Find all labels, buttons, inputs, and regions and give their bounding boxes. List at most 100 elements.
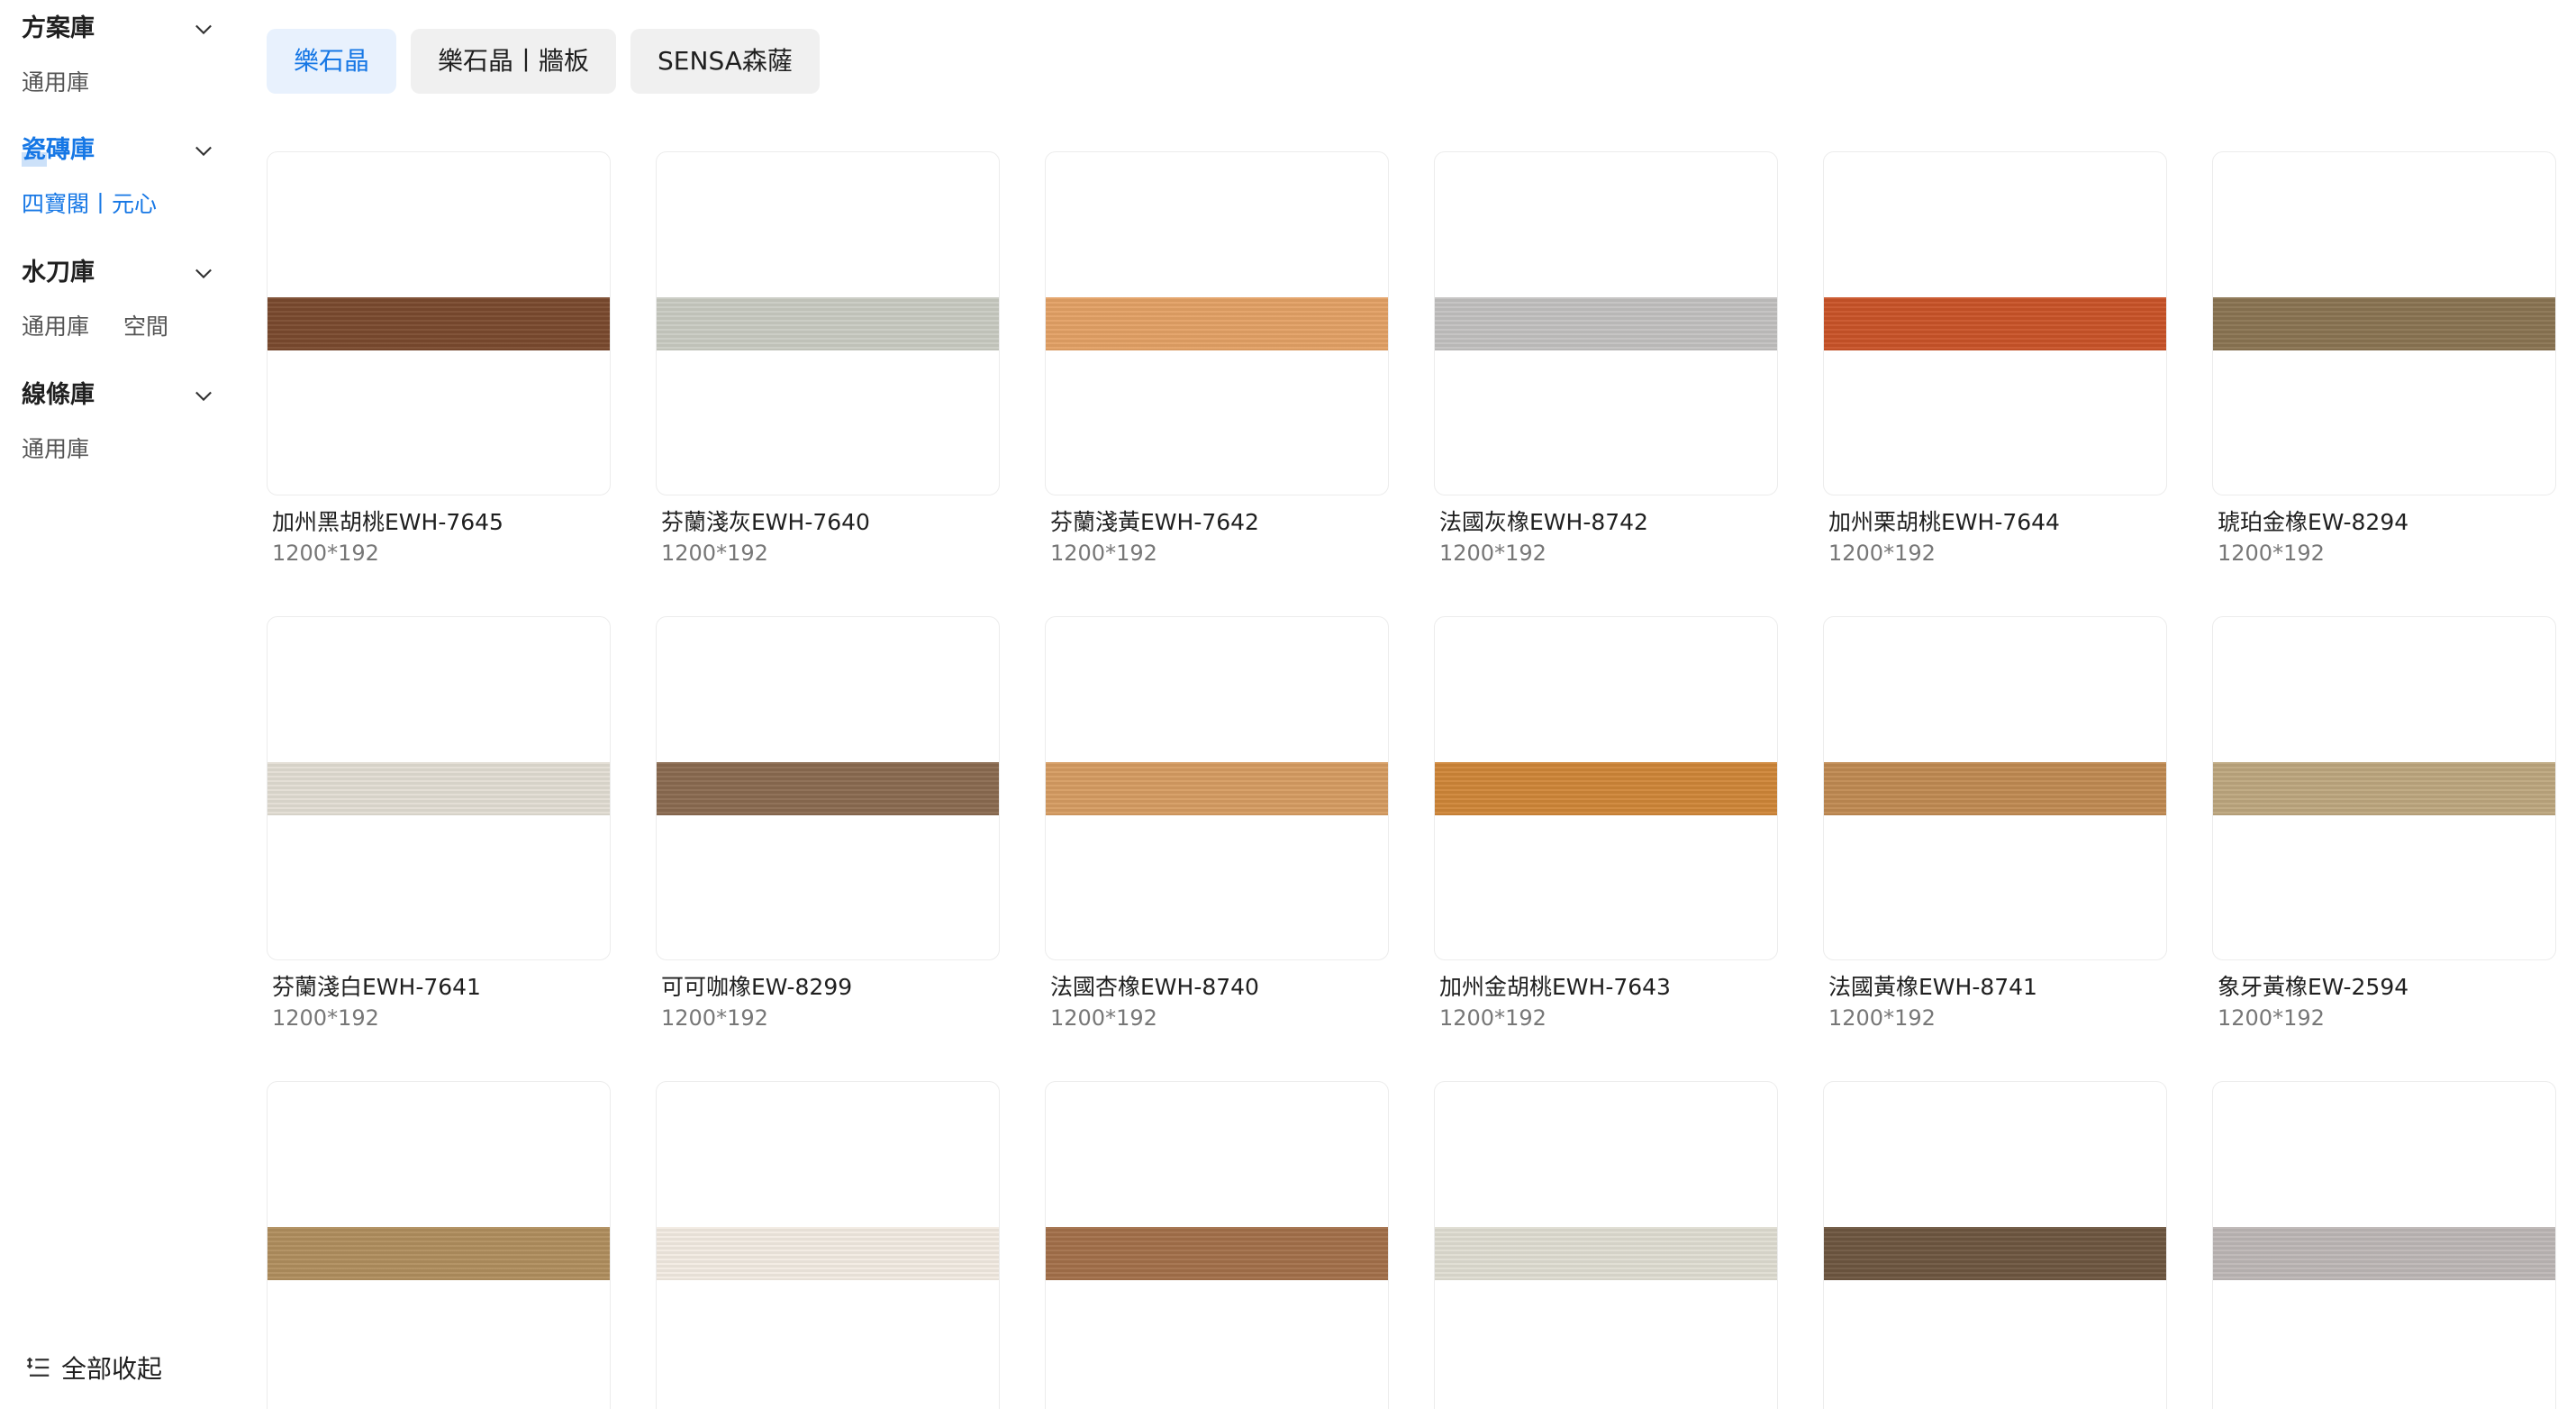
product-card[interactable]: [267, 1081, 611, 1409]
product-swatch: [1435, 1227, 1777, 1280]
product-thumbnail[interactable]: [1823, 1081, 2167, 1409]
product-size: 1200*192: [272, 541, 379, 566]
product-card[interactable]: 法國黃橡EWH-8741 1200*192: [1823, 616, 2167, 1031]
app-root: 方案庫 通用庫 瓷磚庫 四寶閣丨元心 水刀庫 通用庫 空間 線條庫 通用庫 全部…: [0, 0, 2576, 1409]
product-thumbnail[interactable]: [1045, 1081, 1389, 1409]
product-swatch: [1046, 762, 1388, 815]
chevron-down-icon[interactable]: [191, 260, 216, 286]
product-name: 可可咖橡EW-8299: [661, 974, 853, 1000]
product-swatch: [1824, 1227, 2166, 1280]
product-thumbnail[interactable]: [1823, 616, 2167, 960]
product-name: 法國灰橡EWH-8742: [1439, 509, 1648, 535]
product-swatch: [657, 762, 999, 815]
product-card[interactable]: 芬蘭淺白EWH-7641 1200*192: [267, 616, 611, 1031]
product-thumbnail[interactable]: [1823, 151, 2167, 495]
product-thumbnail[interactable]: [267, 151, 611, 495]
sidebar-item-general[interactable]: 通用庫: [22, 314, 89, 340]
product-card[interactable]: 可可咖橡EW-8299 1200*192: [656, 616, 1000, 1031]
product-swatch: [1435, 762, 1777, 815]
sidebar-section-items: 四寶閣丨元心: [22, 186, 191, 219]
product-swatch: [268, 1227, 610, 1280]
product-size: 1200*192: [661, 1005, 768, 1031]
product-card[interactable]: [1823, 1081, 2167, 1409]
product-card[interactable]: 芬蘭淺灰EWH-7640 1200*192: [656, 151, 1000, 566]
product-thumbnail[interactable]: [1434, 151, 1778, 495]
product-size: 1200*192: [2218, 1005, 2325, 1031]
product-card[interactable]: [1045, 1081, 1389, 1409]
product-thumbnail[interactable]: [656, 616, 1000, 960]
product-thumbnail[interactable]: [267, 616, 611, 960]
sidebar-item-general[interactable]: 通用庫: [22, 436, 89, 462]
sidebar-section-moldings: 線條庫 通用庫: [22, 377, 216, 462]
sidebar-section-title[interactable]: 線條庫: [22, 377, 95, 414]
product-thumbnail[interactable]: [656, 1081, 1000, 1409]
product-swatch: [1046, 1227, 1388, 1280]
product-name: 法國黃橡EWH-8741: [1828, 974, 2037, 1000]
tab-sensa[interactable]: SENSA森薩: [630, 29, 820, 94]
product-swatch: [1824, 762, 2166, 815]
product-card[interactable]: [656, 1081, 1000, 1409]
product-card[interactable]: [2212, 1081, 2556, 1409]
product-swatch: [2213, 1227, 2555, 1280]
product-card[interactable]: 芬蘭淺黃EWH-7642 1200*192: [1045, 151, 1389, 566]
product-card[interactable]: 法國灰橡EWH-8742 1200*192: [1434, 151, 1778, 566]
product-thumbnail[interactable]: [267, 1081, 611, 1409]
collapse-all-button[interactable]: 全部收起: [25, 1350, 162, 1386]
sidebar-section-header[interactable]: 瓷磚庫: [22, 132, 216, 168]
product-size: 1200*192: [1050, 541, 1157, 566]
sidebar-section-header[interactable]: 水刀庫: [22, 255, 216, 291]
sidebar-section-title-text: 瓷磚庫: [22, 136, 95, 164]
tab-leshijing-wallpanel[interactable]: 樂石晶丨牆板: [411, 29, 617, 94]
product-swatch: [268, 762, 610, 815]
product-name: 芬蘭淺黃EWH-7642: [1050, 509, 1259, 535]
sidebar-section-header[interactable]: 方案庫: [22, 11, 216, 47]
product-card[interactable]: 加州金胡桃EWH-7643 1200*192: [1434, 616, 1778, 1031]
collapse-all-label: 全部收起: [61, 1354, 163, 1384]
sidebar-section-title[interactable]: 方案庫: [22, 11, 95, 47]
sidebar-item-space[interactable]: 空間: [123, 314, 168, 340]
tab-leshijing[interactable]: 樂石晶: [267, 29, 397, 94]
sidebar-section-items: 通用庫 空間: [22, 309, 203, 341]
product-size: 1200*192: [272, 1005, 379, 1031]
product-thumbnail[interactable]: [2212, 151, 2556, 495]
product-thumbnail[interactable]: [1045, 151, 1389, 495]
product-thumbnail[interactable]: [1434, 1081, 1778, 1409]
sidebar-section-items: 通用庫: [22, 65, 123, 97]
product-swatch: [657, 297, 999, 350]
chevron-down-icon[interactable]: [191, 383, 216, 408]
sidebar-item-general[interactable]: 通用庫: [22, 69, 89, 95]
product-name: 加州栗胡桃EWH-7644: [1828, 509, 2060, 535]
product-size: 1200*192: [1050, 1005, 1157, 1031]
product-thumbnail[interactable]: [656, 151, 1000, 495]
sidebar-item-sibaoge-yuanxin[interactable]: 四寶閣丨元心: [22, 191, 157, 217]
product-swatch: [1435, 297, 1777, 350]
sidebar: 方案庫 通用庫 瓷磚庫 四寶閣丨元心 水刀庫 通用庫 空間 線條庫 通用庫 全部…: [0, 0, 234, 1409]
product-swatch: [2213, 762, 2555, 815]
product-thumbnail[interactable]: [1045, 616, 1389, 960]
product-name: 芬蘭淺灰EWH-7640: [661, 509, 870, 535]
product-name: 加州黑胡桃EWH-7645: [272, 509, 503, 535]
product-size: 1200*192: [1828, 1005, 1936, 1031]
product-size: 1200*192: [661, 541, 768, 566]
product-card[interactable]: 加州黑胡桃EWH-7645 1200*192: [267, 151, 611, 566]
chevron-down-icon[interactable]: [191, 16, 216, 41]
sidebar-section-tiles: 瓷磚庫 四寶閣丨元心: [22, 132, 216, 217]
sidebar-section-title[interactable]: 瓷磚庫: [22, 132, 95, 168]
product-card[interactable]: 加州栗胡桃EWH-7644 1200*192: [1823, 151, 2167, 566]
product-thumbnail[interactable]: [1434, 616, 1778, 960]
sidebar-section-title[interactable]: 水刀庫: [22, 255, 95, 291]
sidebar-section-header[interactable]: 線條庫: [22, 377, 216, 414]
product-card[interactable]: 琥珀金橡EW-8294 1200*192: [2212, 151, 2556, 566]
product-card[interactable]: [1434, 1081, 1778, 1409]
product-name: 象牙黃橡EW-2594: [2218, 974, 2409, 1000]
product-thumbnail[interactable]: [2212, 1081, 2556, 1409]
product-swatch: [268, 297, 610, 350]
product-swatch: [657, 1227, 999, 1280]
product-size: 1200*192: [2218, 541, 2325, 566]
chevron-down-icon[interactable]: [191, 138, 216, 163]
product-card[interactable]: 象牙黃橡EW-2594 1200*192: [2212, 616, 2556, 1031]
product-swatch: [2213, 297, 2555, 350]
product-card[interactable]: 法國杏橡EWH-8740 1200*192: [1045, 616, 1389, 1031]
collapse-list-icon: [26, 1357, 50, 1377]
product-thumbnail[interactable]: [2212, 616, 2556, 960]
